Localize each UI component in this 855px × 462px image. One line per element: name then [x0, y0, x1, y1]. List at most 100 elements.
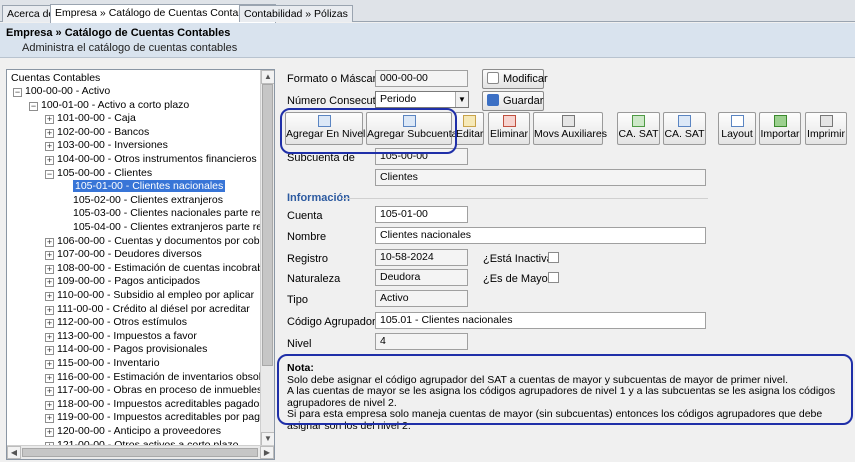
tree-node[interactable]: +109-00-00 - Pagos anticipados [45, 275, 200, 288]
expand-icon[interactable]: + [45, 373, 54, 383]
expand-icon[interactable]: + [45, 292, 54, 301]
registro-label: Registro [287, 253, 328, 265]
tree-node[interactable]: +114-00-00 - Pagos provisionales [45, 343, 207, 356]
tab-polizas[interactable]: Contabilidad » Pólizas [239, 5, 353, 22]
tree-node[interactable]: −105-00-00 - Clientes [45, 167, 152, 180]
collapse-icon[interactable]: − [13, 88, 22, 97]
collapse-icon[interactable]: − [29, 101, 38, 111]
nivel-label: Nivel [287, 338, 312, 350]
tree-node[interactable]: +104-00-00 - Otros instrumentos financie… [45, 153, 257, 166]
cuenta-field[interactable]: 105-01-00 [375, 206, 468, 223]
tree-node-label: 119-00-00 - Impuestos acreditables por p… [57, 411, 261, 424]
tree-node[interactable]: +102-00-00 - Bancos [45, 126, 149, 139]
collapse-icon[interactable]: − [45, 169, 54, 179]
ca-sat-button-2[interactable]: CA. SAT [663, 112, 706, 145]
consecutivo-select[interactable]: Periodo ▼ [375, 91, 469, 108]
tree-node[interactable]: 105-03-00 - Clientes nacionales parte re… [73, 207, 261, 220]
tree-node[interactable]: 105-01-00 - Clientes nacionales [73, 180, 226, 193]
expand-icon[interactable]: + [45, 264, 54, 274]
expand-icon[interactable]: + [45, 237, 54, 247]
naturaleza-field[interactable]: Deudora [375, 269, 468, 286]
editar-button[interactable]: Editar [455, 112, 484, 145]
formato-field[interactable]: 000-00-00 [375, 70, 468, 87]
tree-node[interactable]: −100-00-00 - Activo [13, 85, 110, 98]
tree-node[interactable]: +110-00-00 - Subsidio al empleo por apli… [45, 289, 254, 302]
scroll-thumb[interactable] [22, 448, 258, 457]
expand-icon[interactable]: + [45, 319, 54, 329]
tree-node[interactable]: +101-00-00 - Caja [45, 112, 136, 125]
expand-icon[interactable]: + [45, 278, 54, 288]
ca-sat-button-1[interactable]: CA. SAT [617, 112, 660, 145]
eliminar-button[interactable]: Eliminar [488, 112, 530, 145]
scroll-down-icon[interactable]: ▼ [261, 432, 274, 446]
tree-node[interactable]: 105-04-00 - Clientes extranjeros parte r… [73, 221, 261, 234]
tree-node-label: 100-01-00 - Activo a corto plazo [41, 98, 190, 111]
tree-node[interactable]: +108-00-00 - Estimación de cuentas incob… [45, 262, 261, 275]
tree-node-label: 102-00-00 - Bancos [57, 125, 150, 138]
tree-node[interactable]: 105-02-00 - Clientes extranjeros [73, 194, 223, 207]
tree-node-label: 109-00-00 - Pagos anticipados [57, 275, 201, 288]
tree-node[interactable]: +113-00-00 - Impuestos a favor [45, 330, 197, 343]
tree-node[interactable]: +116-00-00 - Estimación de inventarios o… [45, 371, 261, 384]
tree-node[interactable]: +106-00-00 - Cuentas y documentos por co… [45, 235, 261, 248]
layout-label: Layout [721, 128, 753, 140]
tree-node[interactable]: +118-00-00 - Impuestos acreditables paga… [45, 398, 261, 411]
tree-node[interactable]: +120-00-00 - Anticipo a proveedores [45, 425, 221, 438]
modificar-button[interactable]: Modificar [482, 69, 548, 89]
scroll-thumb[interactable] [262, 84, 273, 366]
nombre-field[interactable]: Clientes nacionales [375, 227, 706, 244]
tree-node[interactable]: +103-00-00 - Inversiones [45, 139, 168, 152]
tree-node-label: 105-03-00 - Clientes nacionales parte re… [73, 207, 261, 220]
document-icon [487, 72, 499, 84]
tree-node-label: 105-04-00 - Clientes extranjeros parte r… [73, 221, 261, 233]
tree-node[interactable]: +119-00-00 - Impuestos acreditables por … [45, 411, 261, 424]
movs-auxiliares-button[interactable]: Movs Auxiliares [533, 112, 607, 145]
chevron-down-icon[interactable]: ▼ [455, 92, 468, 107]
expand-icon[interactable]: + [45, 332, 54, 342]
agrupador-field[interactable]: 105.01 - Clientes nacionales [375, 312, 706, 329]
expand-icon[interactable]: + [45, 428, 54, 437]
expand-icon[interactable]: + [45, 400, 54, 410]
tree-root[interactable]: Cuentas Contables [11, 72, 100, 85]
imprimir-label: Imprimir [807, 128, 845, 140]
tree-vertical-scrollbar[interactable]: ▲ ▼ [260, 70, 274, 446]
tree-node[interactable]: +115-00-00 - Inventario [45, 357, 160, 370]
expand-icon[interactable]: + [45, 115, 54, 125]
importar-label: Importar [760, 128, 800, 140]
scroll-left-icon[interactable]: ◀ [7, 446, 21, 459]
layout-button[interactable]: Layout [718, 112, 756, 145]
inactiva-checkbox[interactable] [548, 252, 559, 263]
expand-icon[interactable]: + [45, 346, 54, 356]
ca-sat-label: CA. SAT [618, 128, 659, 140]
tipo-field: Activo [375, 290, 468, 307]
delete-icon [502, 115, 516, 127]
tree-node[interactable]: +112-00-00 - Otros estímulos [45, 316, 187, 329]
tree-node[interactable]: +111-00-00 - Crédito al diésel por acred… [45, 303, 250, 316]
import-arrow-icon [773, 115, 787, 127]
scroll-right-icon[interactable]: ▶ [260, 446, 274, 459]
tree-horizontal-scrollbar[interactable]: ◀ ▶ [7, 445, 274, 459]
importar-button[interactable]: Importar [759, 112, 801, 145]
highlight-agregar-buttons [280, 108, 457, 154]
mayor-checkbox[interactable] [548, 272, 559, 283]
expand-icon[interactable]: + [45, 251, 54, 261]
imprimir-button[interactable]: Imprimir [805, 112, 847, 145]
expand-icon[interactable]: + [45, 414, 54, 424]
highlight-nota [277, 354, 853, 425]
tree-node-label-selected: 105-01-00 - Clientes nacionales [73, 180, 226, 193]
guardar-button[interactable]: Guardar [482, 91, 544, 111]
scroll-up-icon[interactable]: ▲ [261, 70, 274, 84]
ca-sat-label: CA. SAT [664, 128, 705, 140]
expand-icon[interactable]: + [45, 387, 54, 397]
tree-node[interactable]: +107-00-00 - Deudores diversos [45, 248, 202, 261]
tree-node[interactable]: −100-01-00 - Activo a corto plazo [29, 99, 189, 112]
tree-node[interactable]: +117-00-00 - Obras en proceso de inmuebl… [45, 384, 261, 397]
expand-icon[interactable]: + [45, 360, 54, 369]
expand-icon[interactable]: + [45, 156, 54, 165]
expand-icon[interactable]: + [45, 142, 54, 152]
expand-icon[interactable]: + [45, 128, 54, 138]
account-tree[interactable]: Cuentas Contables −100-00-00 - Activo −10… [6, 69, 275, 460]
tree-node-label: 112-00-00 - Otros estímulos [57, 316, 187, 329]
tab-label: Empresa » Catálogo de Cuentas Contables [55, 7, 258, 19]
expand-icon[interactable]: + [45, 305, 54, 315]
